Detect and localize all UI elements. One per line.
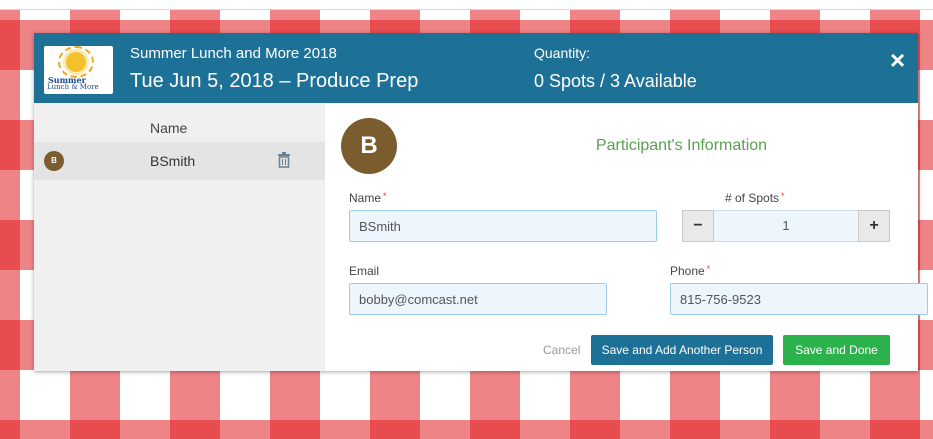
required-mark: * xyxy=(781,191,785,201)
email-field[interactable]: bobby@comcast.net xyxy=(349,283,607,315)
spots-label-text: # of Spots xyxy=(725,191,780,205)
name-label: Name * xyxy=(349,191,387,205)
participant-name: BSmith xyxy=(150,153,196,169)
quantity-value: 0 Spots / 3 Available xyxy=(534,71,697,91)
trash-icon[interactable] xyxy=(277,152,293,168)
spots-stepper: − 1 + xyxy=(682,210,890,242)
save-done-button[interactable]: Save and Done xyxy=(783,335,890,365)
decrement-button[interactable]: − xyxy=(682,210,714,242)
name-label-text: Name xyxy=(349,191,382,205)
summer-lunch-logo: Summer Lunch & More xyxy=(44,46,113,94)
signup-modal: Summer Lunch & More Summer Lunch and Mor… xyxy=(34,33,928,371)
spots-label: # of Spots * xyxy=(725,191,785,205)
phone-label-text: Phone xyxy=(670,264,705,278)
name-column-header: Name xyxy=(150,120,188,136)
form-title: Participant's Information xyxy=(595,137,768,154)
cancel-button[interactable]: Cancel xyxy=(543,343,580,357)
phone-label: Phone * xyxy=(670,264,710,278)
name-field[interactable]: BSmith xyxy=(349,210,657,242)
avatar: B xyxy=(44,151,64,171)
logo-text-line2: Lunch & More xyxy=(47,83,99,91)
required-mark: * xyxy=(383,191,387,201)
sun-icon xyxy=(66,52,86,72)
email-label: Email xyxy=(349,264,380,278)
quantity-label: Quantity: xyxy=(534,45,591,61)
close-icon[interactable]: × xyxy=(890,47,905,73)
increment-button[interactable]: + xyxy=(858,210,890,242)
spots-input[interactable]: 1 xyxy=(714,210,858,242)
event-date-title: Tue Jun 5, 2018 – Produce Prep xyxy=(130,70,419,92)
signup-title: Summer Lunch and More 2018 xyxy=(130,45,337,62)
participant-list: Name B BSmith xyxy=(34,103,325,371)
participant-row[interactable]: B BSmith xyxy=(34,142,325,180)
save-add-another-button[interactable]: Save and Add Another Person xyxy=(591,335,773,365)
top-bar xyxy=(0,0,933,10)
required-mark: * xyxy=(706,264,711,274)
phone-field[interactable]: 815-756-9523 xyxy=(670,283,928,315)
modal-header: Summer Lunch & More Summer Lunch and Mor… xyxy=(34,33,918,103)
participant-form: B Participant's Information Name * BSmith… xyxy=(325,103,928,371)
